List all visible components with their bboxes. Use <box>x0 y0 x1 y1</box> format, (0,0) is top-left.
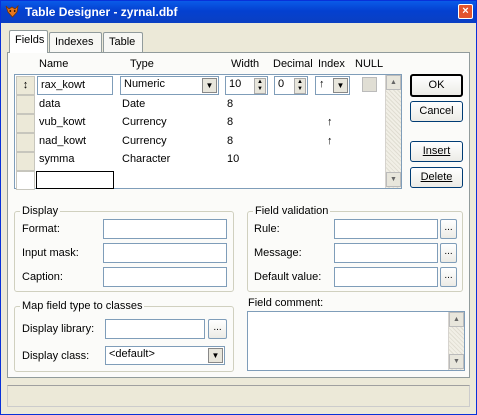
scroll-up-icon[interactable]: ▲ <box>386 75 401 90</box>
default-value-input[interactable] <box>334 267 438 287</box>
display-class-label: Display class: <box>22 350 90 362</box>
spinner-arrows-icon[interactable]: ▲ ▼ <box>294 78 306 94</box>
rule-input[interactable] <box>334 219 438 239</box>
tab-table-label: Table <box>109 36 136 48</box>
delete-label: Delete <box>420 171 453 183</box>
ok-button[interactable]: OK <box>410 74 463 97</box>
default-value-label: Default value: <box>254 271 322 283</box>
new-field-name-input[interactable] <box>36 171 114 189</box>
comment-vertical-scrollbar[interactable]: ▲ ▼ <box>448 312 464 370</box>
close-icon[interactable]: × <box>458 4 473 19</box>
field-width-cell[interactable]: 8 <box>227 113 233 131</box>
field-name-cell[interactable]: nad_kowt <box>39 132 86 150</box>
default-value-builder-button[interactable]: ... <box>440 267 457 287</box>
rule-builder-button[interactable]: ... <box>440 219 457 239</box>
field-width-cell[interactable]: 10 <box>227 150 239 168</box>
map-group-label: Map field type to classes <box>20 300 145 312</box>
field-name-cell[interactable]: data <box>39 95 60 113</box>
column-header-index: Index <box>318 58 345 70</box>
display-class-value: <default> <box>109 348 155 360</box>
column-header-width: Width <box>231 58 260 70</box>
column-header-null: NULL <box>355 58 384 70</box>
field-comment-textarea[interactable]: ▲ ▼ <box>247 311 465 371</box>
field-name-cell[interactable]: symma <box>39 150 74 168</box>
fields-grid: ↕ rax_kowt Numeric ▼ 10 ▲ ▼ 0 ▲ ▼ ↑ ▼ data… <box>14 74 402 190</box>
input-mask-input[interactable] <box>103 243 227 263</box>
insert-button[interactable]: Insert <box>410 141 463 162</box>
row-selector[interactable]: ↕ <box>16 76 35 95</box>
scroll-up-icon[interactable]: ▲ <box>449 312 464 327</box>
index-ascending-icon: ↑ <box>327 116 333 128</box>
title-bar[interactable]: Table Designer - zyrnal.dbf × <box>1 1 476 23</box>
field-type-cell[interactable]: Date <box>122 95 145 113</box>
tab-fields-label: Fields <box>15 34 45 46</box>
display-class-select[interactable]: <default> ▼ <box>105 346 225 365</box>
field-decimal-spinner[interactable]: 0 ▲ ▼ <box>274 76 308 95</box>
message-input[interactable] <box>334 243 438 263</box>
tab-indexes[interactable]: Indexes <box>49 32 102 52</box>
row-selector[interactable] <box>16 133 35 152</box>
field-type-cell[interactable]: Currency <box>122 113 167 131</box>
tab-fields[interactable]: Fields <box>9 30 48 53</box>
display-library-browse-button[interactable]: ... <box>208 319 227 339</box>
field-comment-label: Field comment: <box>248 297 324 309</box>
scroll-down-icon[interactable]: ▼ <box>386 172 401 187</box>
message-label: Message: <box>254 247 302 259</box>
field-name-cell[interactable]: vub_kowt <box>39 113 85 131</box>
field-type-cell[interactable]: Currency <box>122 132 167 150</box>
caption-label: Caption: <box>22 271 63 283</box>
column-header-name: Name <box>39 58 69 70</box>
display-library-label: Display library: <box>22 323 95 335</box>
column-header-type: Type <box>130 58 154 70</box>
field-width-value: 10 <box>229 78 242 90</box>
chevron-down-icon[interactable]: ▼ <box>202 78 217 93</box>
index-ascending-icon: ↑ <box>319 78 325 90</box>
row-selector[interactable] <box>16 114 35 133</box>
row-selector[interactable] <box>16 95 35 114</box>
display-library-input[interactable] <box>105 319 205 339</box>
field-type-select[interactable]: Numeric ▼ <box>120 76 219 95</box>
rule-label: Rule: <box>254 223 280 235</box>
row-selector[interactable] <box>16 152 35 171</box>
scroll-down-icon[interactable]: ▼ <box>449 354 464 369</box>
field-decimal-value: 0 <box>278 78 285 90</box>
window-title: Table Designer - zyrnal.dbf <box>25 5 178 19</box>
null-checkbox[interactable] <box>362 77 377 92</box>
format-label: Format: <box>22 223 60 235</box>
field-width-cell[interactable]: 8 <box>227 132 233 150</box>
column-header-decimal: Decimal <box>273 58 313 70</box>
field-name-input[interactable]: rax_kowt <box>37 76 113 95</box>
field-index-select[interactable]: ↑ ▼ <box>315 76 350 95</box>
row-selector[interactable] <box>16 171 35 190</box>
tab-indexes-label: Indexes <box>55 36 94 48</box>
fox-app-icon <box>5 4 19 18</box>
caption-input[interactable] <box>103 267 227 287</box>
message-builder-button[interactable]: ... <box>440 243 457 263</box>
validation-group-label: Field validation <box>253 205 331 217</box>
display-group-label: Display <box>20 205 61 217</box>
table-designer-window: Table Designer - zyrnal.dbf × Fields Ind… <box>0 0 477 415</box>
status-bar <box>7 385 470 407</box>
chevron-down-icon[interactable]: ▼ <box>208 348 223 363</box>
insert-label: Insert <box>422 145 451 157</box>
field-type-value: Numeric <box>124 78 165 90</box>
cancel-button[interactable]: Cancel <box>410 101 463 122</box>
field-width-cell[interactable]: 8 <box>227 95 233 113</box>
field-type-cell[interactable]: Character <box>122 150 170 168</box>
format-input[interactable] <box>103 219 227 239</box>
spinner-arrows-icon[interactable]: ▲ ▼ <box>254 78 266 94</box>
tab-table[interactable]: Table <box>103 32 143 52</box>
field-width-spinner[interactable]: 10 ▲ ▼ <box>225 76 268 95</box>
input-mask-label: Input mask: <box>22 247 79 259</box>
index-ascending-icon: ↑ <box>327 135 333 147</box>
delete-button[interactable]: Delete <box>410 167 463 188</box>
grid-vertical-scrollbar[interactable]: ▲ ▼ <box>385 75 401 188</box>
chevron-down-icon[interactable]: ▼ <box>333 78 348 93</box>
